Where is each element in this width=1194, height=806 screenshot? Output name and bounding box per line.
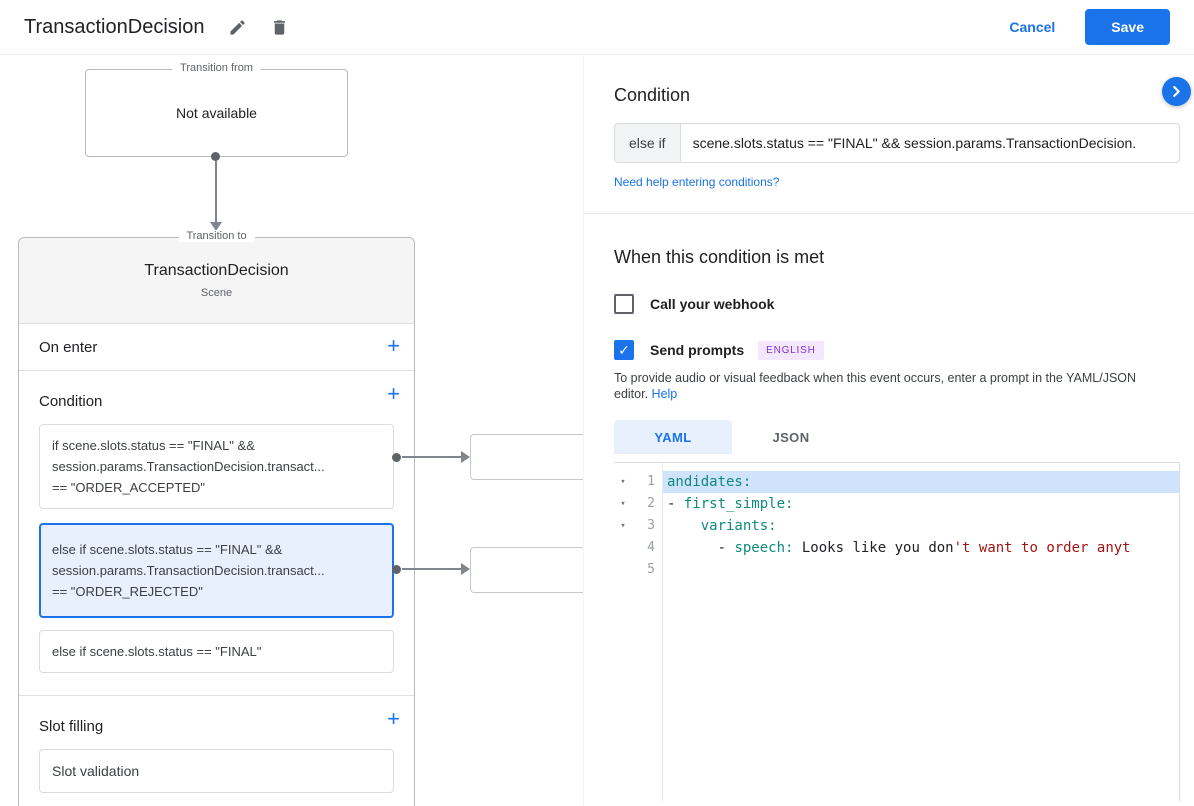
code-segment: 't want to order anyt	[953, 540, 1131, 556]
gutter-row: ▾ 2	[614, 493, 662, 515]
connector-dot	[211, 152, 220, 161]
editor-code-area[interactable]: andidates: - first_simple: variants: - s…	[663, 463, 1179, 801]
prompts-description: To provide audio or visual feedback when…	[614, 370, 1164, 402]
code-line-3[interactable]: variants:	[663, 515, 1179, 537]
webhook-checkbox-row: Call your webhook	[614, 294, 1164, 314]
code-segment: speech:	[734, 540, 794, 556]
code-line-1[interactable]: andidates:	[663, 471, 1179, 493]
gutter-row: 4	[614, 537, 662, 559]
language-badge: ENGLISH	[758, 340, 824, 360]
condition2-arrowhead-icon	[461, 563, 470, 575]
gutter-row: 5	[614, 559, 662, 581]
edit-title-button[interactable]	[224, 14, 250, 40]
chevron-right-icon	[1171, 86, 1182, 97]
editor-gutter: ▾ 1 ▾ 2 ▾ 3 4 5	[614, 463, 663, 801]
webhook-label: Call your webhook	[650, 296, 775, 312]
transition-from-node: Transition from Not available	[85, 62, 348, 157]
gutter-row: ▾ 3	[614, 515, 662, 537]
webhook-checkbox[interactable]	[614, 294, 634, 314]
on-enter-label: On enter	[39, 338, 98, 356]
code-segment: Looks like you don	[793, 540, 954, 556]
check-icon: ✓	[618, 342, 630, 358]
code-segment: variants:	[700, 518, 777, 534]
condition1-connector-line	[402, 456, 462, 458]
slot-validation-card[interactable]: Slot validation	[39, 749, 394, 793]
condition-card-rejected-selected[interactable]: else if scene.slots.status == "FINAL" &&…	[39, 523, 394, 618]
condition2-connector-line	[402, 568, 462, 570]
condition2-target-box[interactable]	[470, 547, 583, 593]
send-prompts-label: Send prompts	[650, 342, 745, 358]
condition1-target-box[interactable]	[470, 434, 583, 480]
code-segment: -	[667, 496, 684, 512]
code-line-5[interactable]	[663, 559, 1179, 581]
fold-toggle-icon[interactable]: ▾	[614, 515, 632, 537]
scene-node-subtitle: Scene	[200, 287, 233, 299]
code-segment: -	[667, 540, 735, 556]
tab-yaml[interactable]: YAML	[614, 420, 732, 454]
send-prompts-checkbox[interactable]: ✓	[614, 340, 634, 360]
line-number: 3	[647, 518, 655, 533]
fold-toggle-icon[interactable]: ▾	[614, 493, 632, 515]
send-prompts-checkbox-row: ✓ Send prompts ENGLISH	[614, 340, 1164, 360]
collapse-panel-button[interactable]	[1162, 77, 1191, 106]
condition-prefix-label: else if	[614, 123, 680, 163]
condition-expression-input[interactable]	[679, 123, 1180, 163]
main-content: Transition from Not available Transition…	[0, 55, 1194, 806]
save-button[interactable]: Save	[1085, 9, 1170, 45]
page-title: TransactionDecision	[24, 15, 205, 38]
line-number: 4	[647, 540, 655, 555]
delete-scene-button[interactable]	[266, 14, 292, 40]
connector-line	[215, 161, 217, 222]
line-number: 2	[647, 496, 655, 511]
panel-divider	[584, 213, 1194, 214]
tab-json[interactable]: JSON	[732, 420, 850, 454]
panel-condition-heading: Condition	[614, 85, 691, 105]
condition-section-label: Condition	[39, 393, 103, 410]
when-met-heading: When this condition is met	[614, 247, 825, 267]
transition-to-legend: Transition to	[178, 230, 255, 242]
add-slot-button[interactable]: +	[387, 708, 400, 730]
condition2-connector-dot	[392, 565, 401, 574]
cancel-button[interactable]: Cancel	[1009, 19, 1055, 35]
on-enter-section[interactable]: On enter +	[19, 324, 414, 371]
prompts-description-text: To provide audio or visual feedback when…	[614, 371, 1137, 401]
prompts-help-link[interactable]: Help	[652, 387, 678, 401]
condition1-arrowhead-icon	[461, 451, 470, 463]
transition-to-node: Transition to TransactionDecision Scene …	[18, 230, 415, 806]
condition-input-group: else if	[614, 123, 1180, 163]
code-segment: first_simple:	[683, 496, 794, 512]
code-line-4[interactable]: - speech: Looks like you don't want to o…	[663, 537, 1179, 559]
editor-tabs: YAML JSON	[614, 420, 1180, 454]
condition-card-final[interactable]: else if scene.slots.status == "FINAL"	[39, 630, 394, 673]
code-segment: andidates:	[667, 474, 752, 490]
code-line-2[interactable]: - first_simple:	[663, 493, 1179, 515]
transition-from-value: Not available	[176, 105, 257, 121]
condition-help-link[interactable]: Need help entering conditions?	[614, 175, 1164, 189]
condition-editor-panel: Condition else if Need help entering con…	[583, 55, 1194, 806]
trash-icon	[270, 18, 289, 37]
scene-diagram-canvas: Transition from Not available Transition…	[0, 55, 583, 806]
slot-filling-label: Slot filling	[39, 718, 104, 735]
condition-section: Condition + if scene.slots.status == "FI…	[19, 371, 414, 696]
add-condition-button[interactable]: +	[387, 383, 400, 405]
pencil-icon	[228, 18, 247, 37]
line-number: 1	[647, 474, 655, 489]
app-header: TransactionDecision Cancel Save	[0, 0, 1194, 55]
transition-from-legend: Transition from	[172, 62, 261, 74]
line-number: 5	[647, 562, 655, 577]
yaml-code-editor: ▾ 1 ▾ 2 ▾ 3 4 5 andidates: - first_simpl…	[614, 462, 1180, 801]
fold-toggle-icon[interactable]: ▾	[614, 471, 632, 493]
slot-filling-section: Slot filling + Slot validation	[19, 696, 414, 806]
condition-card-accepted[interactable]: if scene.slots.status == "FINAL" && sess…	[39, 424, 394, 509]
add-on-enter-button[interactable]: +	[387, 335, 400, 357]
scene-node-title: TransactionDecision	[144, 262, 289, 279]
condition1-connector-dot	[392, 453, 401, 462]
scene-node-header[interactable]: TransactionDecision Scene	[19, 238, 414, 324]
gutter-row: ▾ 1	[614, 471, 662, 493]
